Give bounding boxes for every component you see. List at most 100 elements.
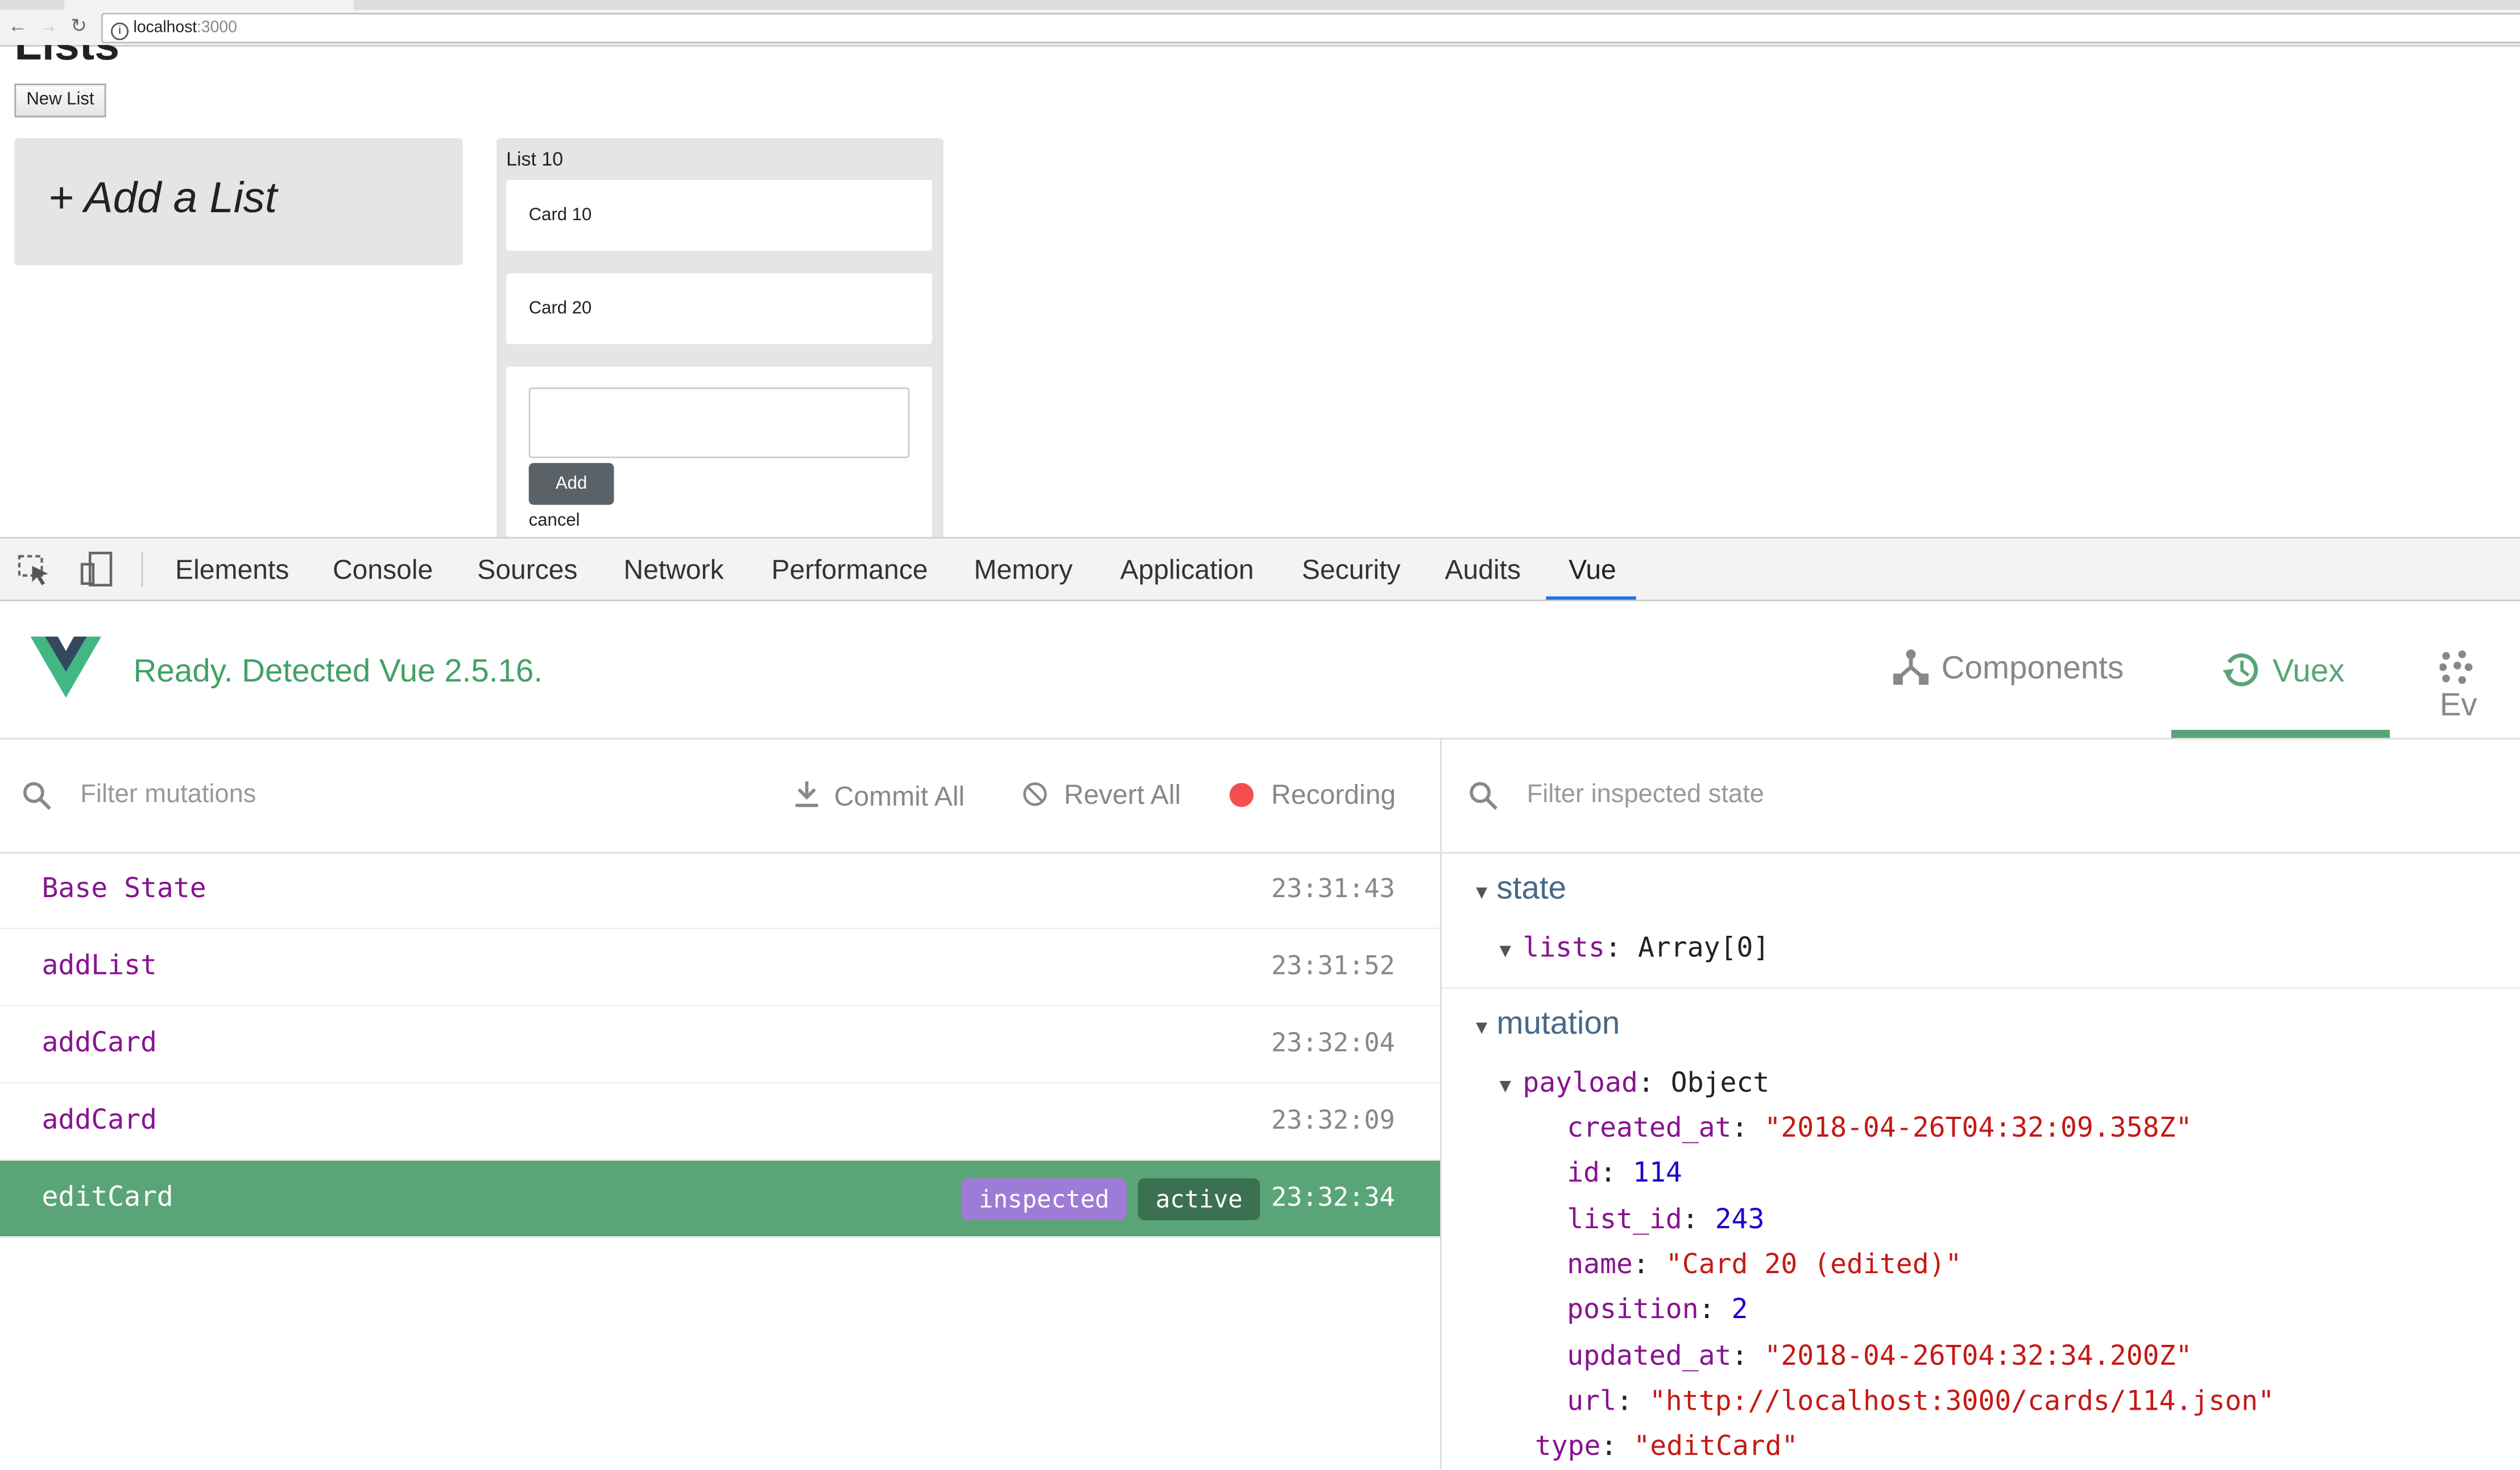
- tab-memory[interactable]: Memory: [974, 555, 1073, 587]
- value: 114: [1633, 1158, 1682, 1191]
- mutation-time: 23:32:04: [1271, 1027, 1395, 1058]
- search-icon: [1470, 782, 1498, 810]
- vue-header: Ready. Detected Vue 2.5.16. Components V…: [0, 601, 2520, 740]
- info-icon[interactable]: i: [110, 22, 129, 40]
- card[interactable]: Card 10: [506, 180, 933, 251]
- add-list-label: + Add a List: [48, 174, 278, 222]
- key: name: [1567, 1249, 1633, 1281]
- tab-application[interactable]: Application: [1120, 555, 1254, 587]
- commit-all-label: Commit All: [834, 781, 965, 812]
- payload-node[interactable]: ▼ payload: Object: [1500, 1067, 1770, 1100]
- history-icon: [2223, 653, 2258, 687]
- filter-state-input[interactable]: Filter inspected state: [1527, 781, 1764, 810]
- payload-field: updated_at: "2018-04-26T04:32:34.200Z": [1567, 1340, 2192, 1372]
- payload-field: created_at: "2018-04-26T04:32:09.358Z": [1567, 1112, 2192, 1145]
- commit-all-button[interactable]: Commit All: [794, 780, 965, 814]
- active-badge: active: [1137, 1178, 1261, 1220]
- address-bar[interactable]: i localhost:3000: [101, 13, 2520, 44]
- tab-vuex[interactable]: Vuex: [2221, 650, 2345, 691]
- mutation-time: 23:32:34: [1271, 1182, 1395, 1212]
- key: created_at: [1567, 1112, 1732, 1145]
- card[interactable]: Card 20: [506, 273, 933, 344]
- active-tab-indicator: [2171, 729, 2390, 738]
- list-title: List 10: [506, 147, 564, 171]
- mutation-row[interactable]: addCard 23:32:09: [0, 1084, 1441, 1161]
- new-card-form: Add cancel: [506, 366, 933, 560]
- section-label: mutation: [1496, 1006, 1620, 1042]
- mutation-name: addCard: [42, 1104, 157, 1137]
- add-list-button[interactable]: + Add a List: [14, 138, 463, 266]
- mutation-name: Base State: [42, 873, 206, 905]
- mutation-name: addCard: [42, 1027, 157, 1060]
- mutation-row[interactable]: Base State 23:31:43: [0, 852, 1441, 930]
- recording-toggle[interactable]: Recording: [1229, 779, 1396, 812]
- tab-network[interactable]: Network: [623, 555, 723, 587]
- payload-field: list_id: 243: [1567, 1203, 1765, 1236]
- payload-field: position: 2: [1567, 1294, 1748, 1327]
- recording-label: Recording: [1271, 779, 1396, 811]
- reload-icon[interactable]: ↻: [71, 14, 86, 37]
- cancel-link[interactable]: cancel: [529, 511, 580, 531]
- download-icon: [795, 781, 818, 807]
- tab-components[interactable]: Components: [1893, 649, 2124, 688]
- back-icon[interactable]: ←: [8, 14, 27, 37]
- mutation-row[interactable]: addList 23:31:52: [0, 929, 1441, 1007]
- url-port: :3000: [197, 19, 237, 37]
- key: list_id: [1567, 1203, 1682, 1236]
- state-toolbar: Filter inspected state: [1441, 740, 2520, 854]
- url-host: localhost: [133, 19, 197, 37]
- tab-label: Components: [1941, 651, 2124, 687]
- filter-mutations-input[interactable]: Filter mutations: [80, 781, 256, 810]
- mutation-name: addList: [42, 950, 157, 982]
- tab-security[interactable]: Security: [1302, 555, 1401, 587]
- tab-vue[interactable]: Vue: [1569, 555, 1616, 587]
- value: "http://localhost:3000/cards/114.json": [1649, 1385, 2275, 1418]
- tab-console[interactable]: Console: [333, 555, 433, 587]
- mutation-row[interactable]: editCard 23:32:34 inspected active: [0, 1161, 1441, 1238]
- tab-events[interactable]: Ev: [2439, 650, 2520, 725]
- add-card-button[interactable]: Add: [528, 463, 614, 505]
- tab-elements[interactable]: Elements: [175, 555, 289, 587]
- key: lists: [1522, 932, 1605, 965]
- mutation-section[interactable]: ▼ mutation: [1472, 1006, 1620, 1043]
- value: Object: [1670, 1067, 1770, 1100]
- devtools-panel: Elements Console Sources Network Perform…: [0, 536, 2520, 1469]
- tab-label: Vuex: [2272, 654, 2345, 690]
- revert-all-button[interactable]: Revert All: [1022, 780, 1181, 812]
- collapse-icon[interactable]: ▼: [1500, 1074, 1523, 1097]
- collapse-icon[interactable]: ▼: [1472, 881, 1497, 904]
- tab-performance[interactable]: Performance: [771, 555, 928, 587]
- card-textarea[interactable]: [528, 387, 910, 459]
- block-icon: [1023, 782, 1047, 806]
- tab-audits[interactable]: Audits: [1445, 555, 1521, 587]
- key: url: [1567, 1385, 1617, 1418]
- mutation-time: 23:32:09: [1271, 1104, 1395, 1135]
- browser-toolbar: ← → ↻ i localhost:3000: [0, 9, 2520, 47]
- tab-label: Ev: [2439, 688, 2477, 724]
- payload-field: url: "http://localhost:3000/cards/114.js…: [1567, 1385, 2275, 1418]
- device-toolbar-icon[interactable]: [78, 551, 114, 587]
- forward-icon[interactable]: →: [39, 14, 58, 37]
- state-lists[interactable]: ▼ lists: Array[0]: [1500, 932, 1770, 965]
- tab-sources[interactable]: Sources: [477, 555, 577, 587]
- key: type: [1534, 1431, 1601, 1463]
- mutation-row[interactable]: addCard 23:32:04: [0, 1006, 1441, 1084]
- active-tab-indicator: [1546, 596, 1636, 600]
- value: "editCard": [1633, 1431, 1798, 1463]
- browser-tab[interactable]: [64, 0, 354, 10]
- devtools-tabbar: Elements Console Sources Network Perform…: [0, 538, 2520, 601]
- collapse-icon[interactable]: ▼: [1500, 939, 1523, 961]
- inspected-badge: inspected: [961, 1178, 1127, 1220]
- mutation-time: 23:31:43: [1271, 873, 1395, 904]
- state-section[interactable]: ▼ state: [1472, 872, 1567, 909]
- collapse-icon[interactable]: ▼: [1472, 1016, 1497, 1039]
- record-icon: [1229, 783, 1254, 807]
- new-list-button[interactable]: New List: [14, 83, 106, 118]
- value: 243: [1715, 1203, 1765, 1236]
- mutation-name: editCard: [42, 1182, 173, 1214]
- events-icon: [2439, 650, 2473, 684]
- value: "2018-04-26T04:32:34.200Z": [1764, 1340, 2192, 1372]
- section-label: state: [1496, 871, 1567, 907]
- key: updated_at: [1567, 1340, 1732, 1372]
- inspect-element-icon[interactable]: [18, 555, 53, 587]
